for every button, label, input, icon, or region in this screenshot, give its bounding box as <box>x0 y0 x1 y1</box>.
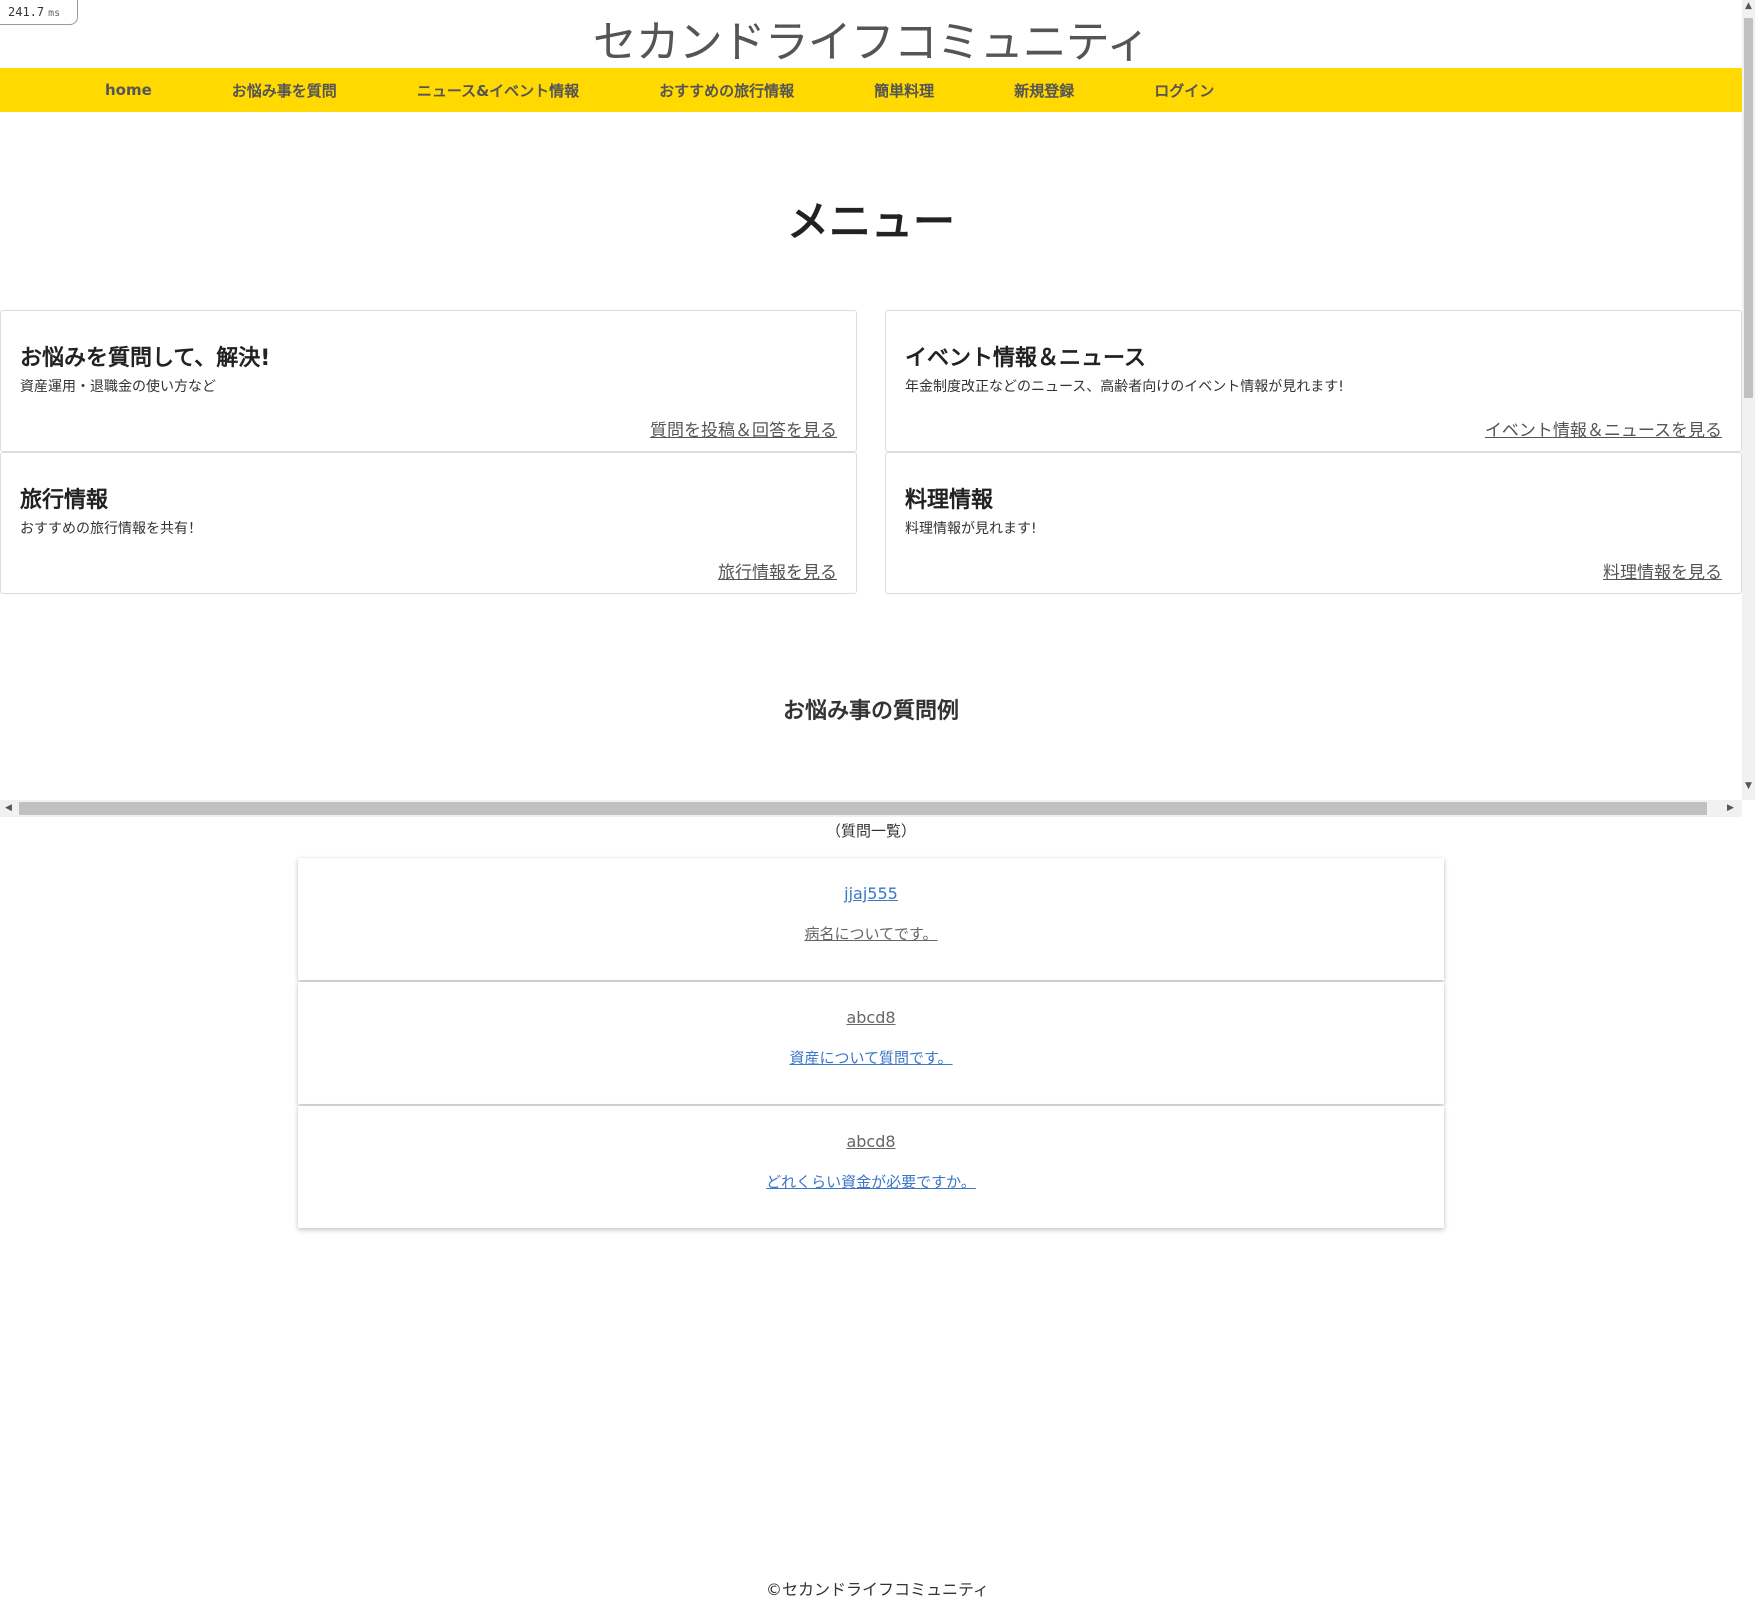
card-title: 料理情報 <box>905 488 994 513</box>
question-subject-link[interactable]: どれくらい資金が必要ですか。 <box>298 1171 1444 1192</box>
menu-card-events: イベント情報＆ニュース 年金制度改正などのニュース、高齢者向けのイベント情報が見… <box>885 310 1742 452</box>
nav-cooking[interactable]: 簡単料理 <box>874 80 934 101</box>
vertical-scrollbar[interactable]: ▲ ▼ <box>1742 0 1755 800</box>
menu-card-travel: 旅行情報 おすすめの旅行情報を共有！ 旅行情報を見る <box>0 452 857 594</box>
question-card: abcd8 どれくらい資金が必要ですか。 <box>298 1106 1444 1228</box>
card-title: お悩みを質問して、解決! <box>20 346 271 371</box>
horizontal-scroll-thumb[interactable] <box>19 802 1707 815</box>
footer-copyright: ©セカンドライフコミュニティ <box>765 1580 990 1599</box>
question-card: jjaj555 病名についてです。 <box>298 858 1444 980</box>
triangle-left-icon[interactable]: ◀ <box>0 800 17 817</box>
question-user-link[interactable]: abcd8 <box>298 1008 1444 1027</box>
examples-heading: お悩み事の質問例 <box>782 699 959 724</box>
nav-login[interactable]: ログイン <box>1154 80 1214 101</box>
card-link-cooking[interactable]: 料理情報を見る <box>1603 558 1722 583</box>
question-subject-link[interactable]: 病名についてです。 <box>298 923 1444 944</box>
triangle-down-icon[interactable]: ▼ <box>1742 780 1755 793</box>
nav-news-events[interactable]: ニュース&イベント情報 <box>417 80 579 101</box>
card-description: おすすめの旅行情報を共有！ <box>20 521 202 537</box>
site-title[interactable]: セカンドライフコミュニティ <box>0 6 1742 70</box>
page-viewport: セカンドライフコミュニティ home お悩み事を質問 ニュース&イベント情報 お… <box>0 0 1755 800</box>
card-description: 資産運用・退職金の使い方など <box>20 379 216 395</box>
question-user-link[interactable]: jjaj555 <box>298 884 1444 903</box>
nav-ask-question[interactable]: お悩み事を質問 <box>232 80 337 101</box>
question-card: abcd8 資産について質問です。 <box>298 982 1444 1104</box>
horizontal-scrollbar[interactable]: ◀ ▶ <box>0 800 1742 817</box>
vertical-scroll-thumb[interactable] <box>1744 18 1753 398</box>
nav-register[interactable]: 新規登録 <box>1014 80 1074 101</box>
menu-card-cooking: 料理情報 料理情報が見れます! 料理情報を見る <box>885 452 1742 594</box>
card-link-travel[interactable]: 旅行情報を見る <box>718 558 837 583</box>
question-list-caption: （質問一覧） <box>825 822 916 840</box>
card-title: イベント情報＆ニュース <box>905 346 1146 371</box>
main-navbar: home お悩み事を質問 ニュース&イベント情報 おすすめの旅行情報 簡単料理 … <box>0 68 1742 112</box>
menu-card-questions: お悩みを質問して、解決! 資産運用・退職金の使い方など 質問を投稿＆回答を見る <box>0 310 857 452</box>
question-subject-link[interactable]: 資産について質問です。 <box>298 1047 1444 1068</box>
card-link-events[interactable]: イベント情報＆ニュースを見る <box>1485 416 1722 441</box>
card-description: 料理情報が見れます! <box>905 521 1037 537</box>
timing-value: 241.7 <box>8 5 45 19</box>
nav-home[interactable]: home <box>105 81 152 99</box>
triangle-right-icon[interactable]: ▶ <box>1722 800 1739 817</box>
timing-badge: 241.7 ms <box>0 0 78 25</box>
card-title: 旅行情報 <box>20 488 109 513</box>
card-description: 年金制度改正などのニュース、高齢者向けのイベント情報が見れます! <box>905 379 1344 395</box>
question-user-link[interactable]: abcd8 <box>298 1132 1444 1151</box>
nav-travel[interactable]: おすすめの旅行情報 <box>659 80 794 101</box>
triangle-up-icon[interactable]: ▲ <box>1742 0 1755 13</box>
timing-unit: ms <box>48 8 61 19</box>
menu-heading: メニュー <box>786 197 955 246</box>
card-link-questions[interactable]: 質問を投稿＆回答を見る <box>650 416 837 441</box>
